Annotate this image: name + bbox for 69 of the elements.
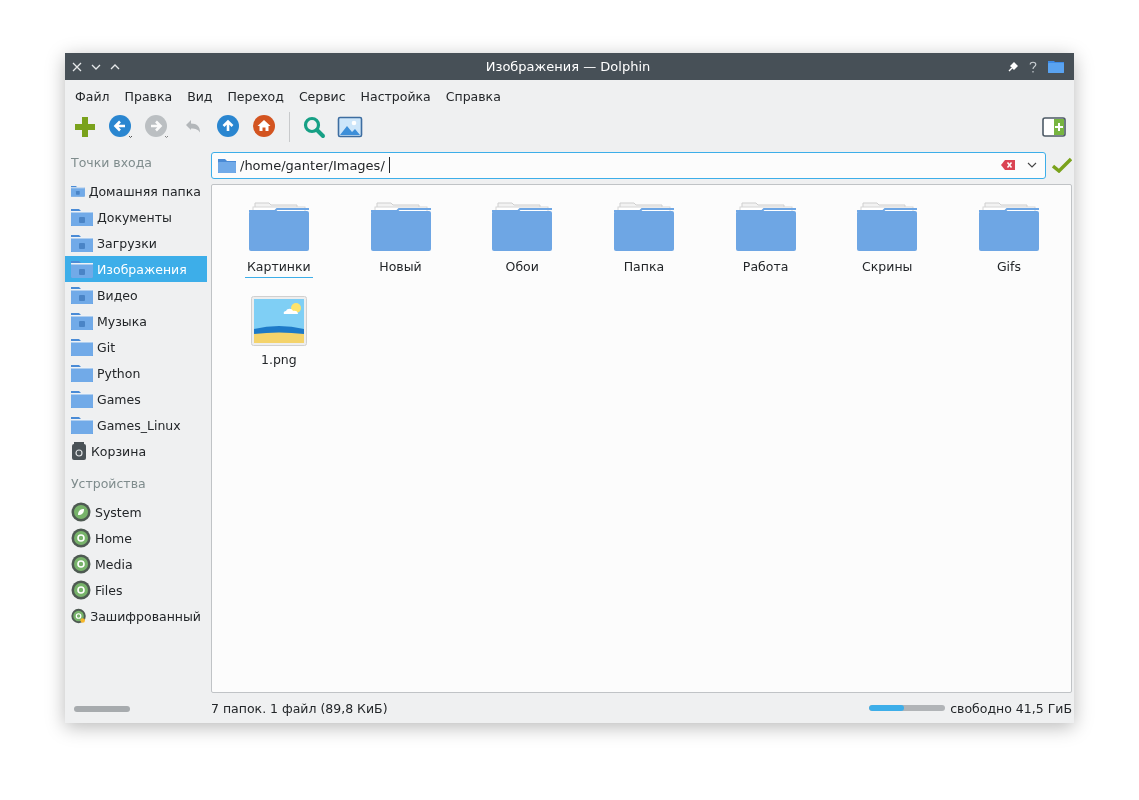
sidebar-item[interactable]: Домашняя папка [65,178,207,204]
sidebar-item[interactable]: Музыка [65,308,207,334]
status-summary: 7 папок. 1 файл (89,8 КиБ) [211,700,388,716]
file-item[interactable]: Обои [461,199,584,278]
folder-icon [490,199,555,253]
free-space-label: свободно 41,5 ГиБ [950,700,1072,716]
trash-icon [71,442,87,460]
folder-icon [1048,60,1064,73]
sidebar-item[interactable]: System [65,499,207,525]
search-icon [301,114,327,140]
folder-icon [368,199,433,253]
checkmark-icon[interactable] [1052,157,1072,173]
folder-icon [246,199,311,253]
file-item[interactable]: Скрины [826,199,949,278]
folder-icon [976,199,1041,253]
sidebar-item[interactable]: Files [65,577,207,603]
picture-icon [337,114,363,140]
file-item[interactable]: Картинки [218,199,340,278]
folder-icon [733,199,798,253]
clear-icon[interactable] [1001,160,1015,170]
location-field[interactable]: /home/ganter/Images/ [211,151,1046,179]
sidebar-item[interactable]: Python [65,360,207,386]
plus-icon [72,114,98,140]
sidebar-item[interactable]: Git [65,334,207,360]
folder-icon [611,199,676,253]
sidebar-item[interactable]: Загрузки [65,230,207,256]
sidebar-item[interactable]: Корзина [65,438,207,464]
sidebar-item[interactable]: Media [65,551,207,577]
sidebar-item[interactable]: Документы [65,204,207,230]
menu-item[interactable]: Настройка [353,88,439,104]
chevron-up-icon[interactable] [110,63,120,70]
folder-icon [71,390,93,408]
pin-icon[interactable] [1008,61,1018,72]
menu-item[interactable]: Вид [180,88,221,104]
chevron-down-icon[interactable] [91,63,101,70]
sidebar-item[interactable]: Games_Linux [65,412,207,438]
places-heading: Точки входа [70,154,154,172]
file-item[interactable]: Папка [583,199,705,278]
sidebar-item[interactable]: Зашифрованный [65,603,207,629]
close-icon[interactable] [72,61,82,72]
special-folder-icon [71,286,93,304]
special-folder-icon [71,312,93,330]
menu-item[interactable]: Справка [438,88,509,104]
special-folder-icon [71,234,93,252]
folder-icon [218,157,236,173]
special-folder-icon [71,208,93,226]
sidebar-item[interactable]: Home [65,525,207,551]
scrollbar[interactable] [74,706,130,712]
home-icon [252,114,278,140]
folder-icon [71,416,93,434]
menu-item[interactable]: Переход [220,88,292,104]
devices-heading: Устройства [70,475,147,493]
image-file-icon [250,296,307,346]
folder-icon [71,338,93,356]
sidebar-item[interactable]: Games [65,386,207,412]
file-item[interactable]: Gifs [948,199,1070,278]
folder-icon [855,199,920,253]
menu-item[interactable]: Сервис [291,88,354,104]
file-item[interactable]: Работа [704,199,827,278]
folder-icon [71,364,93,382]
help-icon[interactable] [1029,60,1037,73]
file-item[interactable]: Новый [339,199,462,278]
sidebar-item[interactable]: Видео [65,282,207,308]
window-title: Изображения — Dolphin [484,59,652,74]
file-item[interactable]: 1.png [218,296,340,371]
split-view-icon[interactable] [1042,117,1066,137]
menu-item[interactable]: Файл [68,88,118,104]
special-folder-icon [71,260,93,278]
menu-item[interactable]: Правка [117,88,181,104]
